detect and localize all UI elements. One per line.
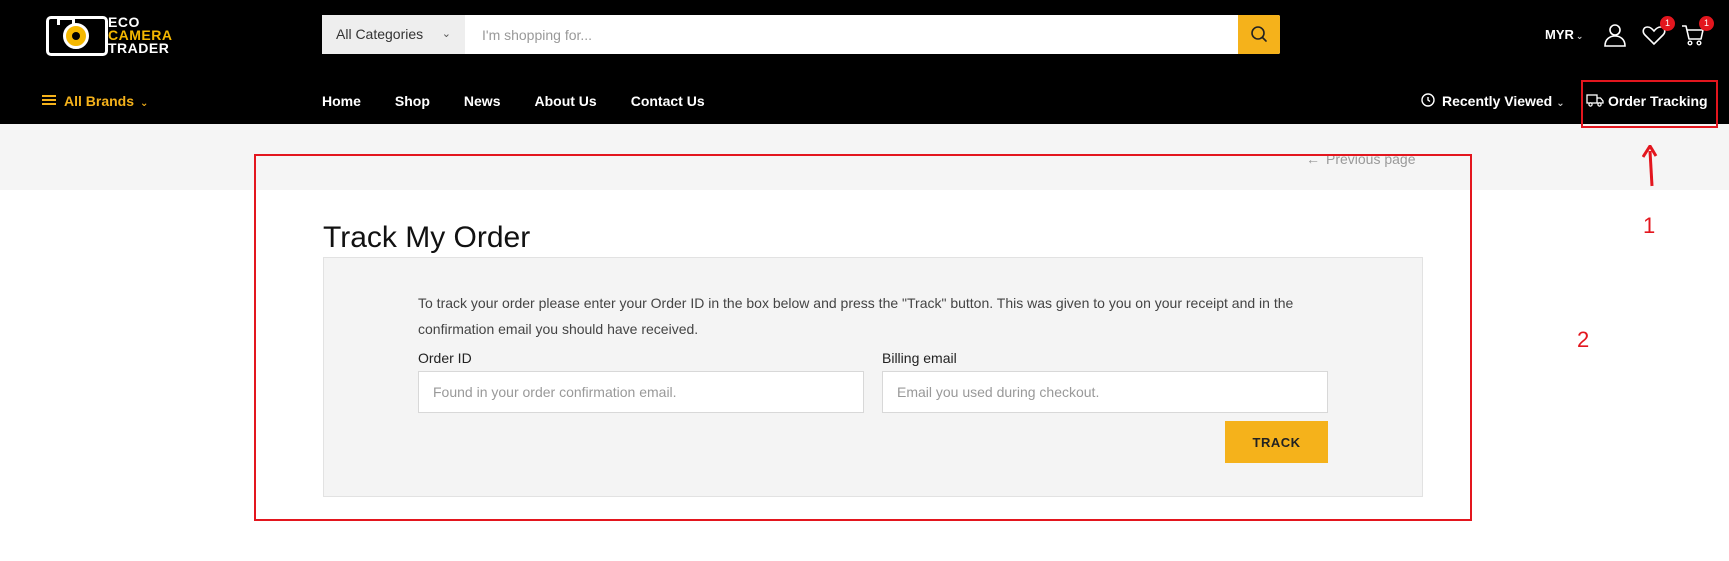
nav-item-shop[interactable]: Shop [395, 84, 430, 118]
search-icon [1251, 26, 1267, 42]
chevron-down-icon: ⌄ [1575, 31, 1584, 41]
wishlist-count-badge: 1 [1660, 16, 1675, 31]
annotation-number-1: 1 [1643, 213, 1656, 238]
menu-icon [42, 95, 56, 106]
search-bar: All Categories ⌄ [322, 15, 1280, 54]
user-icon [1604, 24, 1626, 47]
nav-item-contact-us[interactable]: Contact Us [631, 84, 705, 118]
chevron-down-icon: ⌄ [1556, 98, 1565, 109]
annotation-box-track-form [254, 154, 1472, 521]
search-input[interactable] [465, 15, 1238, 54]
camera-logo-icon [46, 16, 108, 56]
nav-item-news[interactable]: News [464, 84, 501, 118]
history-icon [1421, 93, 1435, 107]
all-brands-label: All Brands [64, 93, 135, 109]
nav-item-about-us[interactable]: About Us [534, 84, 596, 118]
chevron-down-icon: ⌄ [140, 98, 149, 109]
search-button[interactable] [1238, 15, 1280, 54]
currency-switcher[interactable]: MYR ⌄ [1545, 20, 1583, 50]
category-select-label: All Categories [336, 26, 424, 42]
main-nav: All Brands ⌄ Home Shop News About Us Cont… [0, 84, 1729, 118]
wishlist-button[interactable]: 1 [1641, 16, 1675, 48]
account-button[interactable] [1602, 22, 1628, 48]
site-header: ECO CAMERA TRADER All Categories ⌄ MYR⌄ [0, 0, 1729, 124]
nav-item-home[interactable]: Home [322, 84, 361, 118]
cart-button[interactable]: 1 [1680, 16, 1714, 48]
recently-viewed-label: Recently Viewed [1442, 93, 1553, 109]
logo[interactable]: ECO CAMERA TRADER [46, 12, 196, 58]
currency-label: MYR [1545, 27, 1574, 42]
category-select[interactable]: All Categories ⌄ [322, 15, 465, 54]
chevron-down-icon: ⌄ [441, 28, 451, 40]
nav-menu: Home Shop News About Us Contact Us [322, 84, 739, 118]
recently-viewed-menu[interactable]: Recently Viewed ⌄ [1420, 84, 1565, 118]
cart-count-badge: 1 [1699, 16, 1714, 31]
logo-text: ECO CAMERA TRADER [108, 14, 173, 56]
all-brands-menu[interactable]: All Brands ⌄ [42, 84, 148, 118]
annotation-number-2: 2 [1577, 327, 1590, 352]
annotation-box-order-tracking [1581, 80, 1718, 128]
annotation-arrow-up-icon [1642, 145, 1658, 187]
